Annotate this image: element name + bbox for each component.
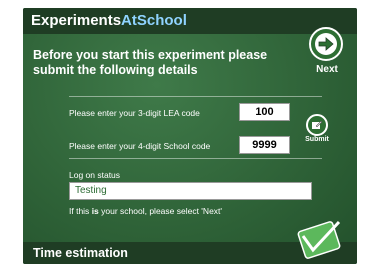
divider-top <box>69 96 322 97</box>
intro-text: Before you start this experiment please … <box>33 48 268 77</box>
lea-code-label: Please enter your 3-digit LEA code <box>69 108 200 118</box>
lea-code-input[interactable]: 100 <box>239 103 290 121</box>
next-button[interactable] <box>309 27 343 61</box>
school-code-label: Please enter your 4-digit School code <box>69 141 211 151</box>
brand-accent: AtSchool <box>121 12 187 29</box>
school-code-input[interactable]: 9999 <box>239 136 290 154</box>
hint-bold: is <box>91 206 99 216</box>
status-hint: If this is your school, please select 'N… <box>69 206 222 216</box>
hint-after: your school, please select 'Next' <box>98 206 223 216</box>
divider-middle <box>69 158 322 159</box>
log-on-status-field: Testing <box>69 182 312 200</box>
app-title: ExperimentsAtSchool <box>31 12 187 29</box>
submit-button[interactable] <box>306 114 328 136</box>
hint-before: If this <box>69 206 92 216</box>
header-bar: ExperimentsAtSchool <box>23 8 357 34</box>
next-label: Next <box>316 64 338 75</box>
pencil-icon <box>312 120 323 129</box>
brand-main: Experiments <box>31 12 122 29</box>
log-on-status-label: Log on status <box>69 170 121 180</box>
chalkboard-panel: ExperimentsAtSchool Before you start thi… <box>23 8 357 264</box>
submit-label: Submit <box>305 136 329 143</box>
arrow-right-icon <box>315 33 337 55</box>
time-estimation-title: Time estimation <box>33 246 128 260</box>
experiments-at-school-logo-icon <box>297 220 341 259</box>
